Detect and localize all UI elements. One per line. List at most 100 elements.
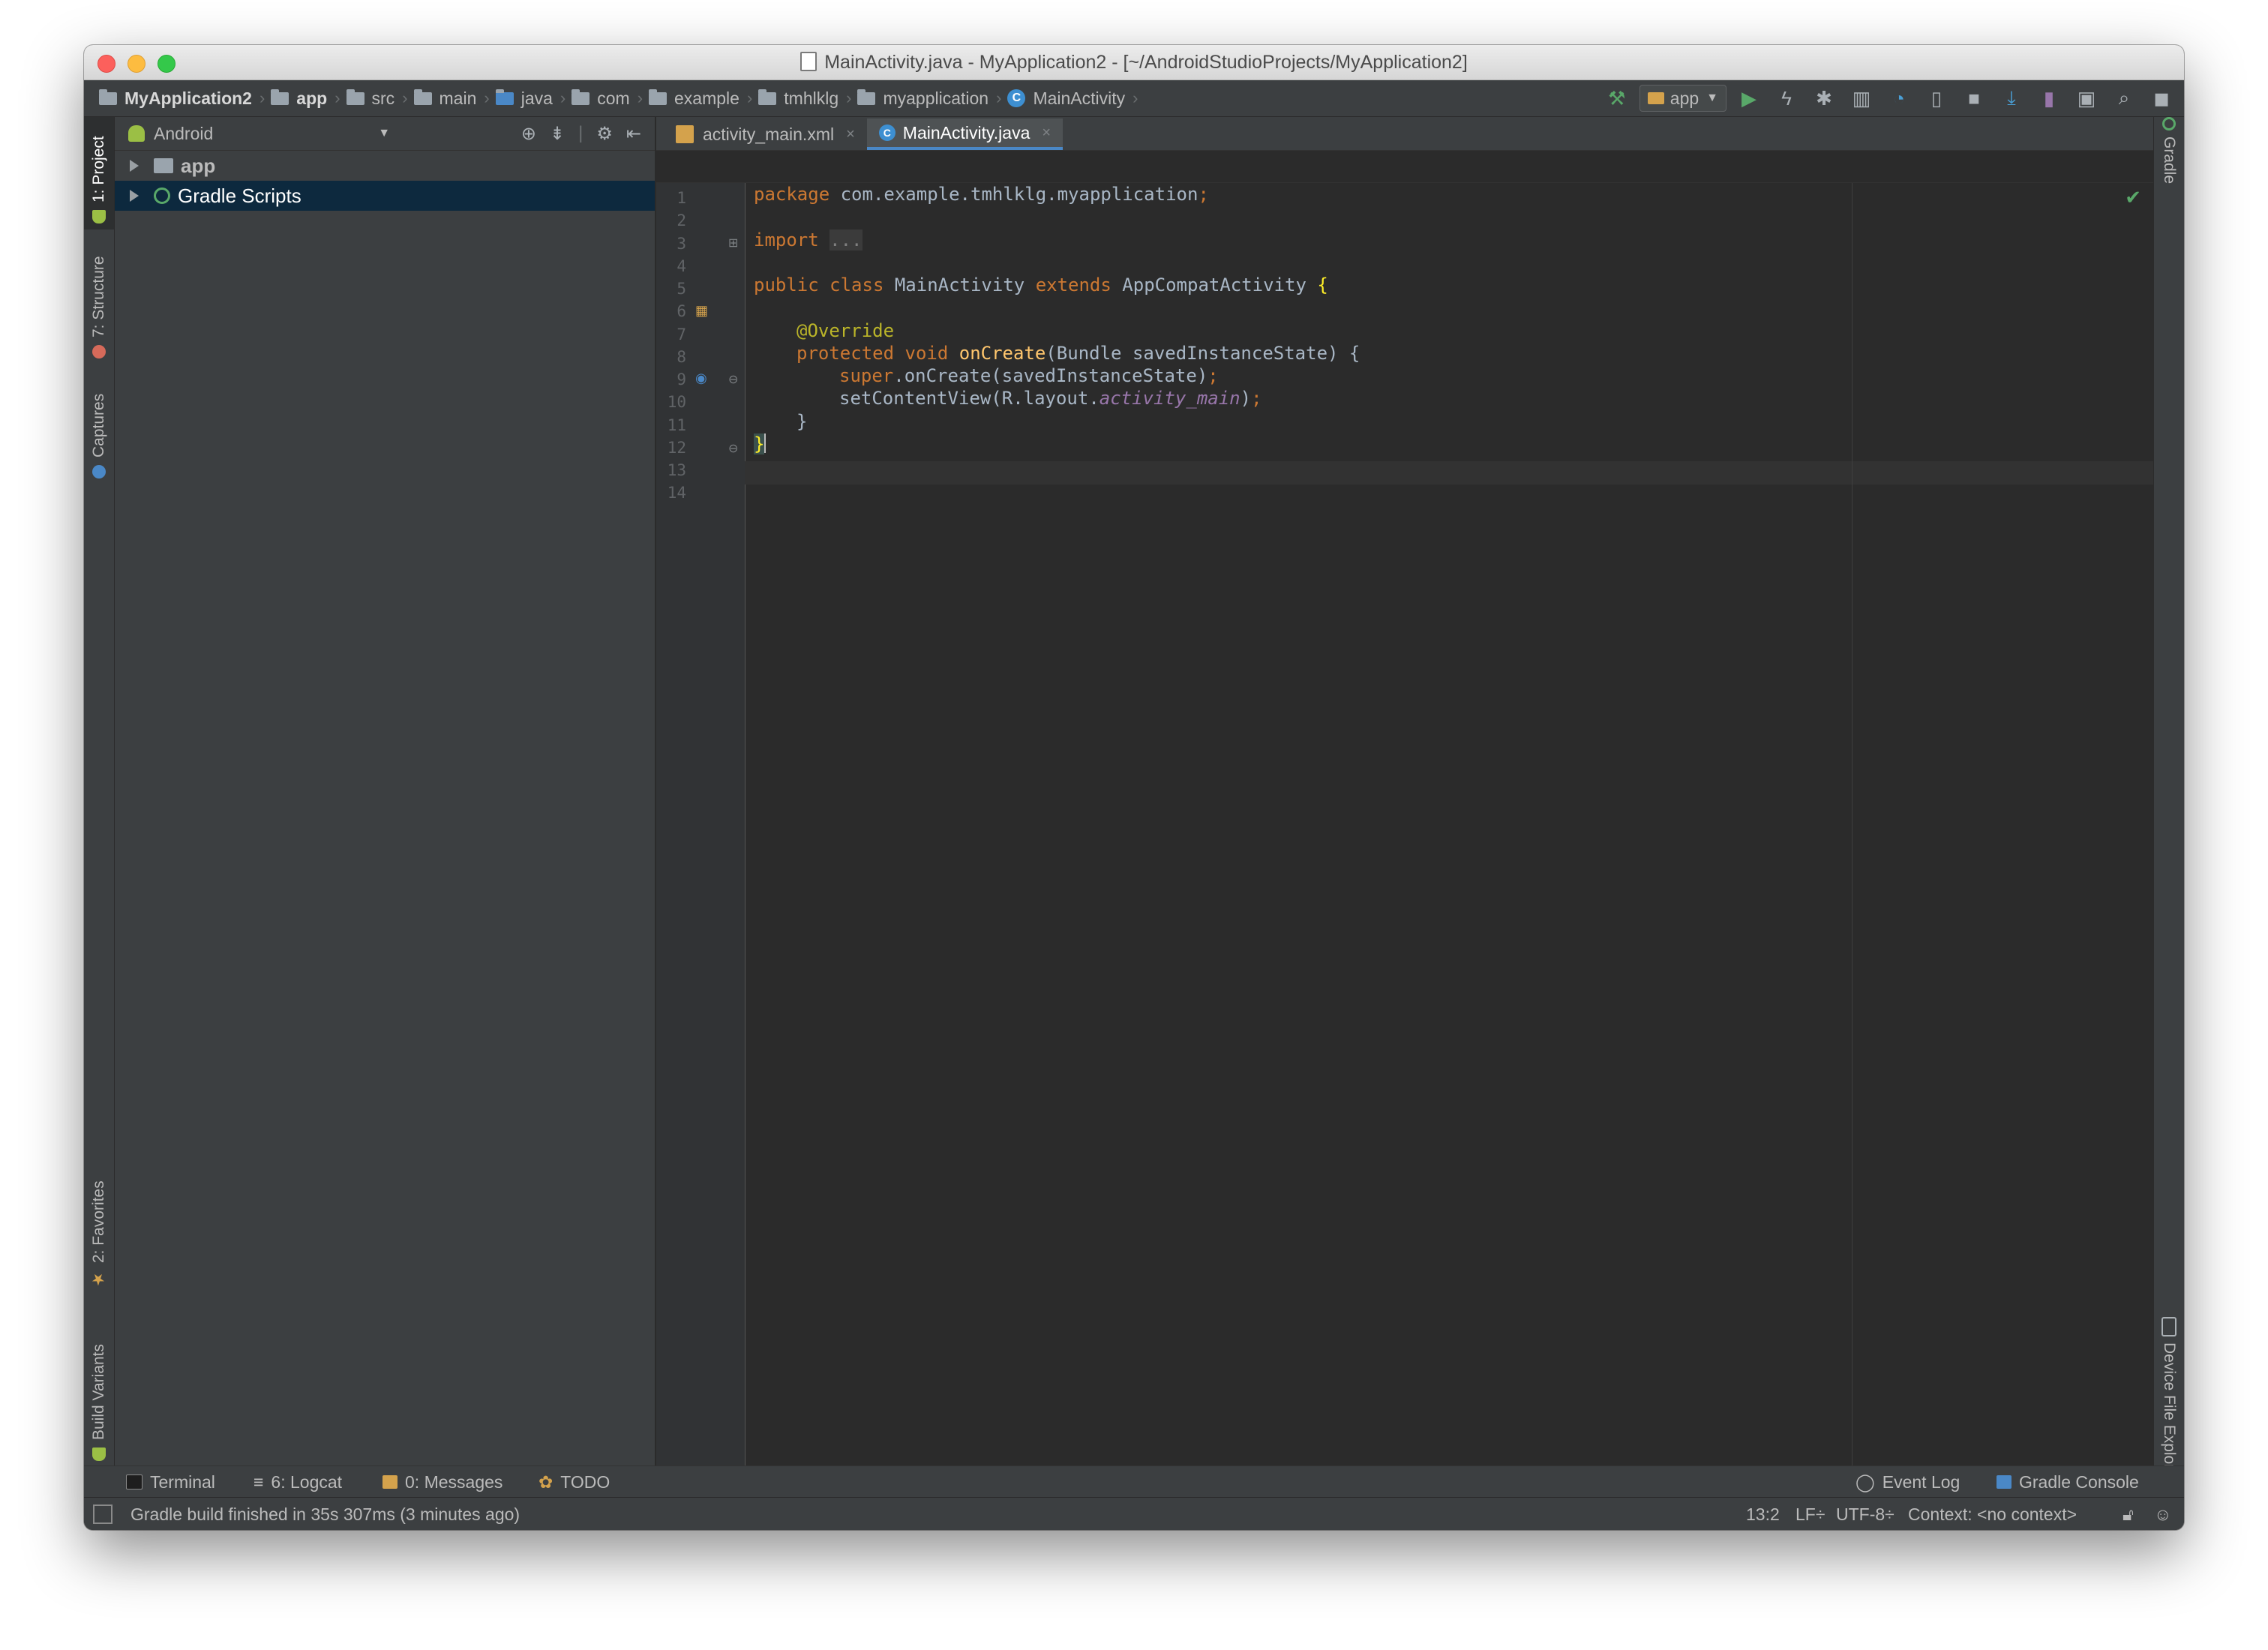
line-number: 4: [676, 257, 686, 275]
attach-debugger-icon[interactable]: ▥: [1846, 83, 1876, 113]
instant-run-icon[interactable]: ϟ: [1772, 83, 1802, 113]
fold-collapse-icon[interactable]: ⊖: [728, 372, 738, 387]
tool-tab-terminal[interactable]: Terminal: [126, 1466, 215, 1498]
expand-arrow-icon[interactable]: [130, 190, 139, 202]
breadcrumb-main[interactable]: main ›: [413, 88, 490, 109]
tool-tab-captures[interactable]: Captures: [84, 372, 114, 484]
tool-tab-messages[interactable]: 0: Messages: [382, 1466, 502, 1498]
fold-end-icon[interactable]: ⊖: [728, 441, 738, 456]
breadcrumb-com[interactable]: com ›: [572, 88, 643, 109]
override-marker-icon[interactable]: ◉: [695, 370, 707, 386]
gradle-icon: [154, 188, 170, 204]
package-icon: [572, 88, 590, 105]
collapse-all-icon[interactable]: ⇟: [550, 123, 565, 145]
line-number: 13: [667, 461, 686, 479]
tool-tab-gradle[interactable]: Gradle: [2154, 117, 2184, 214]
tool-tab-todo[interactable]: ✿ TODO: [538, 1466, 610, 1498]
module-icon: [1647, 92, 1664, 104]
encoding-select[interactable]: UTF-8÷: [1836, 1498, 1894, 1530]
chevron-down-icon[interactable]: ▼: [378, 127, 390, 140]
line-separator-select[interactable]: LF÷: [1796, 1498, 1825, 1530]
tab-mainactivity-java[interactable]: C MainActivity.java ×: [866, 118, 1064, 150]
terminal-icon: [126, 1474, 142, 1490]
line-number: 5: [676, 280, 686, 298]
code-line: setContentView(R.layout.activity_main);: [839, 388, 1262, 409]
code-line: import ...: [754, 230, 862, 250]
breadcrumb-tmhlklg[interactable]: tmhlklg ›: [758, 88, 851, 109]
lock-icon[interactable]: 🔓︎: [2122, 1498, 2134, 1530]
todo-icon: ✿: [538, 1472, 554, 1492]
layout-preview-icon[interactable]: ▦: [695, 303, 708, 319]
chevron-down-icon: ▼: [1706, 92, 1718, 104]
tab-activity-main-xml[interactable]: activity_main.xml ×: [664, 118, 867, 150]
stop-icon[interactable]: ■: [1959, 83, 1989, 113]
tree-item-gradle-scripts[interactable]: Gradle Scripts: [115, 181, 655, 211]
code-line: protected void onCreate(Bundle savedInst…: [796, 343, 1360, 364]
build-hammer-icon[interactable]: ⚒: [1602, 83, 1632, 113]
breadcrumb-mainactivity[interactable]: C MainActivity ›: [1007, 88, 1138, 109]
line-number: 10: [667, 393, 686, 411]
project-panel: Android ▼ ⊕ ⇟ | ⚙ ⇤ app Gradle Scripts: [115, 117, 656, 1520]
context-indicator[interactable]: Context: <no context>: [1908, 1498, 2077, 1530]
class-icon: C: [1007, 89, 1026, 107]
status-message[interactable]: Gradle build finished in 35s 307ms (3 mi…: [130, 1498, 520, 1530]
breadcrumb-myapplication[interactable]: myapplication ›: [857, 88, 1001, 109]
line-number: 7: [676, 326, 686, 344]
code-line: public class MainActivity extends AppCom…: [754, 274, 1328, 296]
fold-expand-icon[interactable]: ⊞: [728, 236, 738, 250]
tool-tab-favorites[interactable]: ★ 2: Favorites: [84, 1167, 114, 1294]
debug-icon[interactable]: ✱: [1809, 83, 1839, 113]
breadcrumb-app[interactable]: app ›: [271, 88, 340, 109]
avd-manager-icon[interactable]: ▮: [2034, 83, 2064, 113]
caret-position[interactable]: 13:2: [1746, 1498, 1780, 1530]
gradle-icon: [2162, 117, 2176, 130]
tool-tab-build-variants[interactable]: Build Variants: [84, 1317, 114, 1467]
bottom-tool-bar: Terminal ≡ 6: Logcat 0: Messages ✿ TODO ◯ E…: [84, 1466, 2184, 1498]
close-icon[interactable]: ×: [846, 126, 855, 143]
analysis-ok-icon: ✔: [2125, 186, 2141, 208]
run-configuration-select[interactable]: app ▼: [1639, 85, 1726, 112]
breadcrumb-src[interactable]: src ›: [346, 88, 408, 109]
breadcrumb: MyApplication2 › app › src › main › java › co…: [99, 80, 1144, 116]
line-number: 11: [667, 416, 686, 434]
profile-icon[interactable]: ◔: [1884, 83, 1914, 113]
account-icon[interactable]: ◼: [2146, 83, 2176, 113]
expand-arrow-icon[interactable]: [130, 160, 139, 172]
line-number: 9: [676, 370, 686, 388]
navigation-bar: MyApplication2 › app › src › main › java › co…: [84, 80, 2184, 117]
project-view-header: Android ▼ ⊕ ⇟ | ⚙ ⇤: [115, 117, 655, 151]
scroll-from-source-icon[interactable]: ⊕: [521, 123, 536, 145]
breadcrumb-example[interactable]: example ›: [649, 88, 752, 109]
inspector-icon[interactable]: ☺: [2154, 1498, 2171, 1530]
toggle-tool-windows-icon[interactable]: [93, 1498, 112, 1530]
line-gutter: 1 2 3 4 5 6 7 8 9 10 11 12 13 14 ▦ ◉ ⊞ ⊖…: [656, 183, 746, 1520]
tree-item-app[interactable]: app: [115, 151, 655, 181]
tool-tab-event-log[interactable]: ◯ Event Log: [1856, 1466, 1960, 1498]
package-icon: [649, 88, 668, 105]
line-number: 14: [667, 484, 686, 502]
project-panel-actions: ⊕ ⇟ | ⚙ ⇤: [520, 123, 641, 145]
project-folder-icon: [99, 88, 117, 105]
breadcrumb-project[interactable]: MyApplication2 ›: [99, 88, 265, 109]
close-icon[interactable]: ×: [1042, 124, 1051, 142]
messages-icon: [382, 1475, 398, 1489]
tool-tab-project[interactable]: 1: Project: [84, 117, 114, 230]
tool-tab-gradle-console[interactable]: Gradle Console: [1996, 1466, 2139, 1498]
breadcrumb-java[interactable]: java ›: [495, 88, 566, 109]
right-tool-stripe: Gradle Device File Explorer: [2153, 117, 2184, 1520]
folded-imports[interactable]: ...: [830, 230, 862, 250]
search-icon[interactable]: ⌕: [2109, 83, 2139, 113]
sdk-manager-icon[interactable]: ⤓: [1996, 83, 2026, 113]
xml-file-icon: [676, 125, 694, 143]
code-line: @Override: [796, 320, 895, 341]
status-bar: Gradle build finished in 35s 307ms (3 mi…: [84, 1497, 2184, 1530]
run-icon[interactable]: ▶: [1734, 83, 1764, 113]
project-view-select[interactable]: Android: [154, 124, 213, 144]
class-icon: C: [878, 124, 896, 141]
tool-tab-logcat[interactable]: ≡ 6: Logcat: [254, 1466, 342, 1498]
hide-panel-icon[interactable]: ⇤: [626, 123, 641, 145]
project-structure-icon[interactable]: ▣: [2072, 83, 2102, 113]
tool-tab-structure[interactable]: 7: Structure: [84, 237, 114, 364]
gear-icon[interactable]: ⚙: [596, 123, 613, 145]
apply-changes-icon[interactable]: ▯: [1922, 83, 1952, 113]
